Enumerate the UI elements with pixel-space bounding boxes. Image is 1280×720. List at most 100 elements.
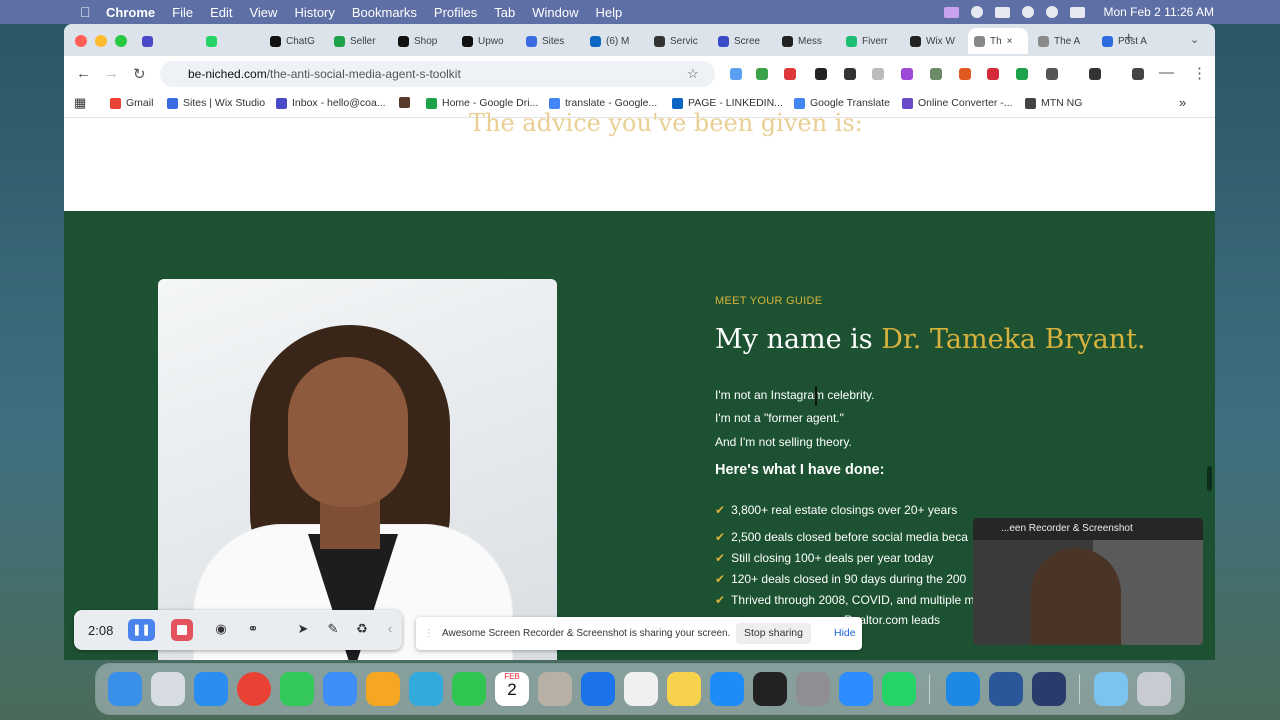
bookmark-item[interactable]: MTN NG	[1025, 97, 1082, 109]
bookmark-item[interactable]: translate - Google...	[549, 97, 657, 109]
tab-8[interactable]: Servic	[654, 30, 708, 52]
menu-bookmarks[interactable]: Bookmarks	[352, 5, 417, 20]
extension-icon-9[interactable]	[959, 68, 971, 80]
extension-icon-10[interactable]	[987, 68, 999, 80]
menu-file[interactable]: File	[172, 5, 193, 20]
bookmark-item[interactable]: Inbox - hello@coa...	[276, 97, 386, 109]
apple-icon[interactable]: 	[80, 5, 94, 19]
apps-grid-icon[interactable]: ▦	[74, 95, 86, 111]
pointer-tool-icon[interactable]: ➤	[296, 622, 310, 636]
eraser-tool-icon[interactable]: ♻	[355, 622, 369, 636]
chrome-menu-icon[interactable]: ⋮	[1192, 64, 1207, 82]
tab-9[interactable]: Scree	[718, 30, 772, 52]
bookmark-item[interactable]: PAGE - LINKEDIN...	[672, 97, 783, 109]
collapse-icon[interactable]: ‹	[383, 622, 397, 636]
sync-icon[interactable]	[1132, 68, 1144, 80]
stop-recording-button[interactable]	[171, 619, 193, 641]
zoom-window-button[interactable]	[115, 35, 127, 47]
minimize-window-button[interactable]	[95, 35, 107, 47]
bookmark-star-icon[interactable]: ☆	[687, 66, 699, 82]
bookmark-item[interactable]	[399, 97, 415, 108]
tab-5[interactable]: Upwo	[462, 30, 516, 52]
extension-icon-3[interactable]	[784, 68, 796, 80]
extension-icon-2[interactable]	[756, 68, 768, 80]
more-bookmarks-icon[interactable]: »	[1179, 95, 1186, 110]
menu-app-name[interactable]: Chrome	[106, 5, 155, 20]
pen-tool-icon[interactable]: ✎	[326, 622, 340, 636]
drawing-app-icon[interactable]	[753, 672, 787, 706]
tab-search-icon[interactable]: ⌄	[1190, 33, 1199, 46]
zoom-app-icon[interactable]	[839, 672, 873, 706]
battery-icon[interactable]	[995, 6, 1011, 18]
bookmark-item[interactable]: Online Converter -...	[902, 97, 1013, 109]
tab-13[interactable]: Th ×	[968, 28, 1028, 54]
maps-icon[interactable]	[409, 672, 443, 706]
tab-14[interactable]: The A	[1038, 30, 1092, 52]
profile-icon[interactable]	[1089, 68, 1101, 80]
zoom-status-icon[interactable]	[971, 6, 984, 18]
tab-0[interactable]	[142, 30, 196, 52]
trash-icon[interactable]	[1137, 672, 1171, 706]
tab-6[interactable]: Sites	[526, 30, 580, 52]
photos-icon[interactable]	[366, 672, 400, 706]
extension-icon-1[interactable]	[730, 68, 742, 80]
pause-recording-button[interactable]: ❚❚	[128, 619, 155, 641]
close-window-button[interactable]	[75, 35, 87, 47]
menu-view[interactable]: View	[249, 5, 277, 20]
notes-icon[interactable]	[667, 672, 701, 706]
menu-clock[interactable]: Mon Feb 2 11:26 AM	[1103, 5, 1214, 19]
tab-2[interactable]: ChatG	[270, 30, 324, 52]
chrome-icon[interactable]	[237, 672, 271, 706]
calendar-icon[interactable]: FEB 2	[495, 672, 529, 706]
menu-history[interactable]: History	[294, 5, 334, 20]
webcam-toggle-icon[interactable]: ◉	[214, 622, 228, 636]
hide-sharing-bar-link[interactable]: Hide	[834, 627, 856, 639]
screen-recorder-app-icon[interactable]	[1032, 672, 1066, 706]
menu-edit[interactable]: Edit	[210, 5, 232, 20]
tab-7[interactable]: (6) M	[590, 30, 644, 52]
wifi-icon[interactable]	[1022, 6, 1035, 18]
extension-icon-11[interactable]	[1016, 68, 1028, 80]
tab-3[interactable]: Seller	[334, 30, 388, 52]
tab-12[interactable]: Wix W	[910, 30, 964, 52]
tab-4[interactable]: Shop	[398, 30, 452, 52]
bookmark-item[interactable]: Sites | Wix Studio	[167, 97, 265, 109]
quick-share-icon[interactable]	[946, 672, 980, 706]
extensions-puzzle-icon[interactable]	[1046, 68, 1058, 80]
page-scrollbar[interactable]	[1207, 466, 1212, 491]
extension-icon-6[interactable]	[872, 68, 884, 80]
menu-window[interactable]: Window	[532, 5, 578, 20]
address-bar[interactable]: be-niched.com/the-anti-social-media-agen…	[160, 61, 715, 87]
microphone-icon[interactable]: ⚭	[246, 622, 260, 636]
mail-icon[interactable]	[323, 672, 357, 706]
webcam-preview[interactable]: ...een Recorder & Screenshot	[973, 518, 1203, 645]
tab-1[interactable]	[206, 30, 260, 52]
close-tab-icon[interactable]: ×	[1007, 36, 1013, 47]
app-store-icon[interactable]	[710, 672, 744, 706]
whatsapp-icon[interactable]	[882, 672, 916, 706]
new-tab-icon[interactable]: +	[1124, 30, 1133, 48]
tab-11[interactable]: Fiverr	[846, 30, 900, 52]
stop-sharing-button[interactable]: Stop sharing	[736, 623, 811, 644]
safari-icon[interactable]	[194, 672, 228, 706]
word-icon[interactable]	[989, 672, 1023, 706]
extension-icon-7[interactable]	[901, 68, 913, 80]
finder-icon[interactable]	[108, 672, 142, 706]
bookmark-item[interactable]: Home - Google Dri...	[426, 97, 538, 109]
reload-icon[interactable]: ↻	[133, 65, 146, 83]
contacts-icon[interactable]	[538, 672, 572, 706]
forward-icon[interactable]: →	[104, 65, 119, 82]
reminders-icon[interactable]	[624, 672, 658, 706]
extension-icon-8[interactable]	[930, 68, 942, 80]
control-center-icon[interactable]	[1070, 6, 1086, 18]
menu-tab[interactable]: Tab	[494, 5, 515, 20]
messages-icon[interactable]	[280, 672, 314, 706]
tab-10[interactable]: Mess	[782, 30, 836, 52]
extension-icon-4[interactable]	[815, 68, 827, 80]
minimize-tab-icon[interactable]: —	[1159, 64, 1174, 81]
screen-recorder-icon[interactable]	[944, 6, 960, 18]
downloads-folder-icon[interactable]	[1094, 672, 1128, 706]
launchpad-icon[interactable]	[151, 672, 185, 706]
bookmark-item[interactable]: Gmail	[110, 97, 153, 109]
back-icon[interactable]: ←	[76, 65, 91, 82]
